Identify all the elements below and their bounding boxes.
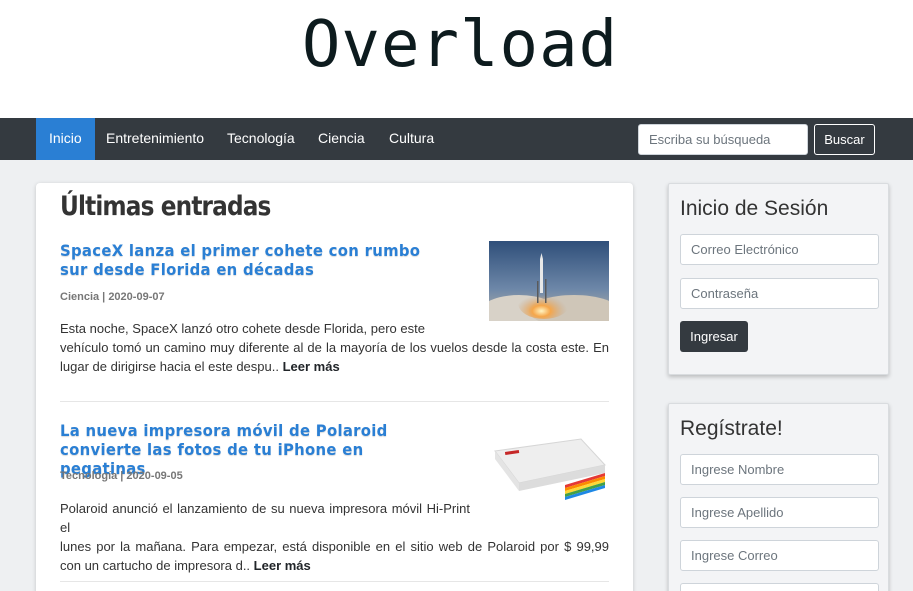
site-logo[interactable]: Overload: [300, 8, 620, 82]
nav-item-tecnologia[interactable]: Tecnología: [214, 118, 308, 160]
login-title: Inicio de Sesión: [680, 197, 829, 220]
search-input[interactable]: [638, 124, 808, 155]
post-item: La nueva impresora móvil de Polaroid con…: [60, 421, 609, 573]
rocket-launch-image[interactable]: [489, 241, 609, 321]
nav-item-inicio[interactable]: Inicio: [36, 118, 95, 160]
post-excerpt-rest: lunes por la mañana. Para empezar, está …: [60, 539, 609, 573]
register-title: Regístrate!: [680, 417, 783, 440]
post-meta: Tecnología | 2020-09-05: [60, 470, 183, 482]
read-more-link[interactable]: Leer más: [254, 558, 311, 573]
printer-illustration: [489, 421, 609, 501]
email-field[interactable]: [680, 234, 879, 265]
read-more-link[interactable]: Leer más: [283, 359, 340, 374]
post-excerpt-line: Polaroid anunció el lanzamiento de su nu…: [60, 501, 470, 535]
nav-item-cultura[interactable]: Cultura: [376, 118, 447, 160]
post-title[interactable]: SpaceX lanza el primer cohete con rumbo …: [60, 241, 441, 279]
post-divider: [60, 401, 609, 402]
post-meta: Ciencia | 2020-09-07: [60, 291, 165, 303]
post-divider: [60, 581, 609, 582]
site-header: Overload: [0, 0, 913, 118]
name-field[interactable]: [680, 454, 879, 485]
login-card: Inicio de Sesión Ingresar: [668, 183, 889, 375]
main-navbar: Inicio Entretenimiento Tecnología Cienci…: [0, 118, 913, 160]
post-item: SpaceX lanza el primer cohete con rumbo …: [60, 241, 609, 381]
section-title: Últimas entradas: [60, 191, 271, 222]
login-button[interactable]: Ingresar: [680, 321, 748, 352]
nav-item-ciencia[interactable]: Ciencia: [305, 118, 378, 160]
search-button[interactable]: Buscar: [814, 124, 875, 155]
lastname-field[interactable]: [680, 497, 879, 528]
polaroid-printer-image[interactable]: [489, 421, 609, 501]
rocket-launch-illustration: [489, 241, 609, 321]
register-email-field[interactable]: [680, 540, 879, 571]
nav-item-entretenimiento[interactable]: Entretenimiento: [93, 118, 217, 160]
post-excerpt: Esta noche, SpaceX lanzó otro cohete des…: [60, 319, 609, 376]
register-card: Regístrate!: [668, 403, 889, 591]
post-excerpt-line: Esta noche, SpaceX lanzó otro cohete des…: [60, 321, 425, 336]
password-field[interactable]: [680, 278, 879, 309]
post-excerpt: Polaroid anunció el lanzamiento de su nu…: [60, 499, 609, 575]
latest-posts-card: Últimas entradas SpaceX lanza el primer …: [36, 183, 633, 591]
register-next-field[interactable]: [680, 583, 879, 591]
